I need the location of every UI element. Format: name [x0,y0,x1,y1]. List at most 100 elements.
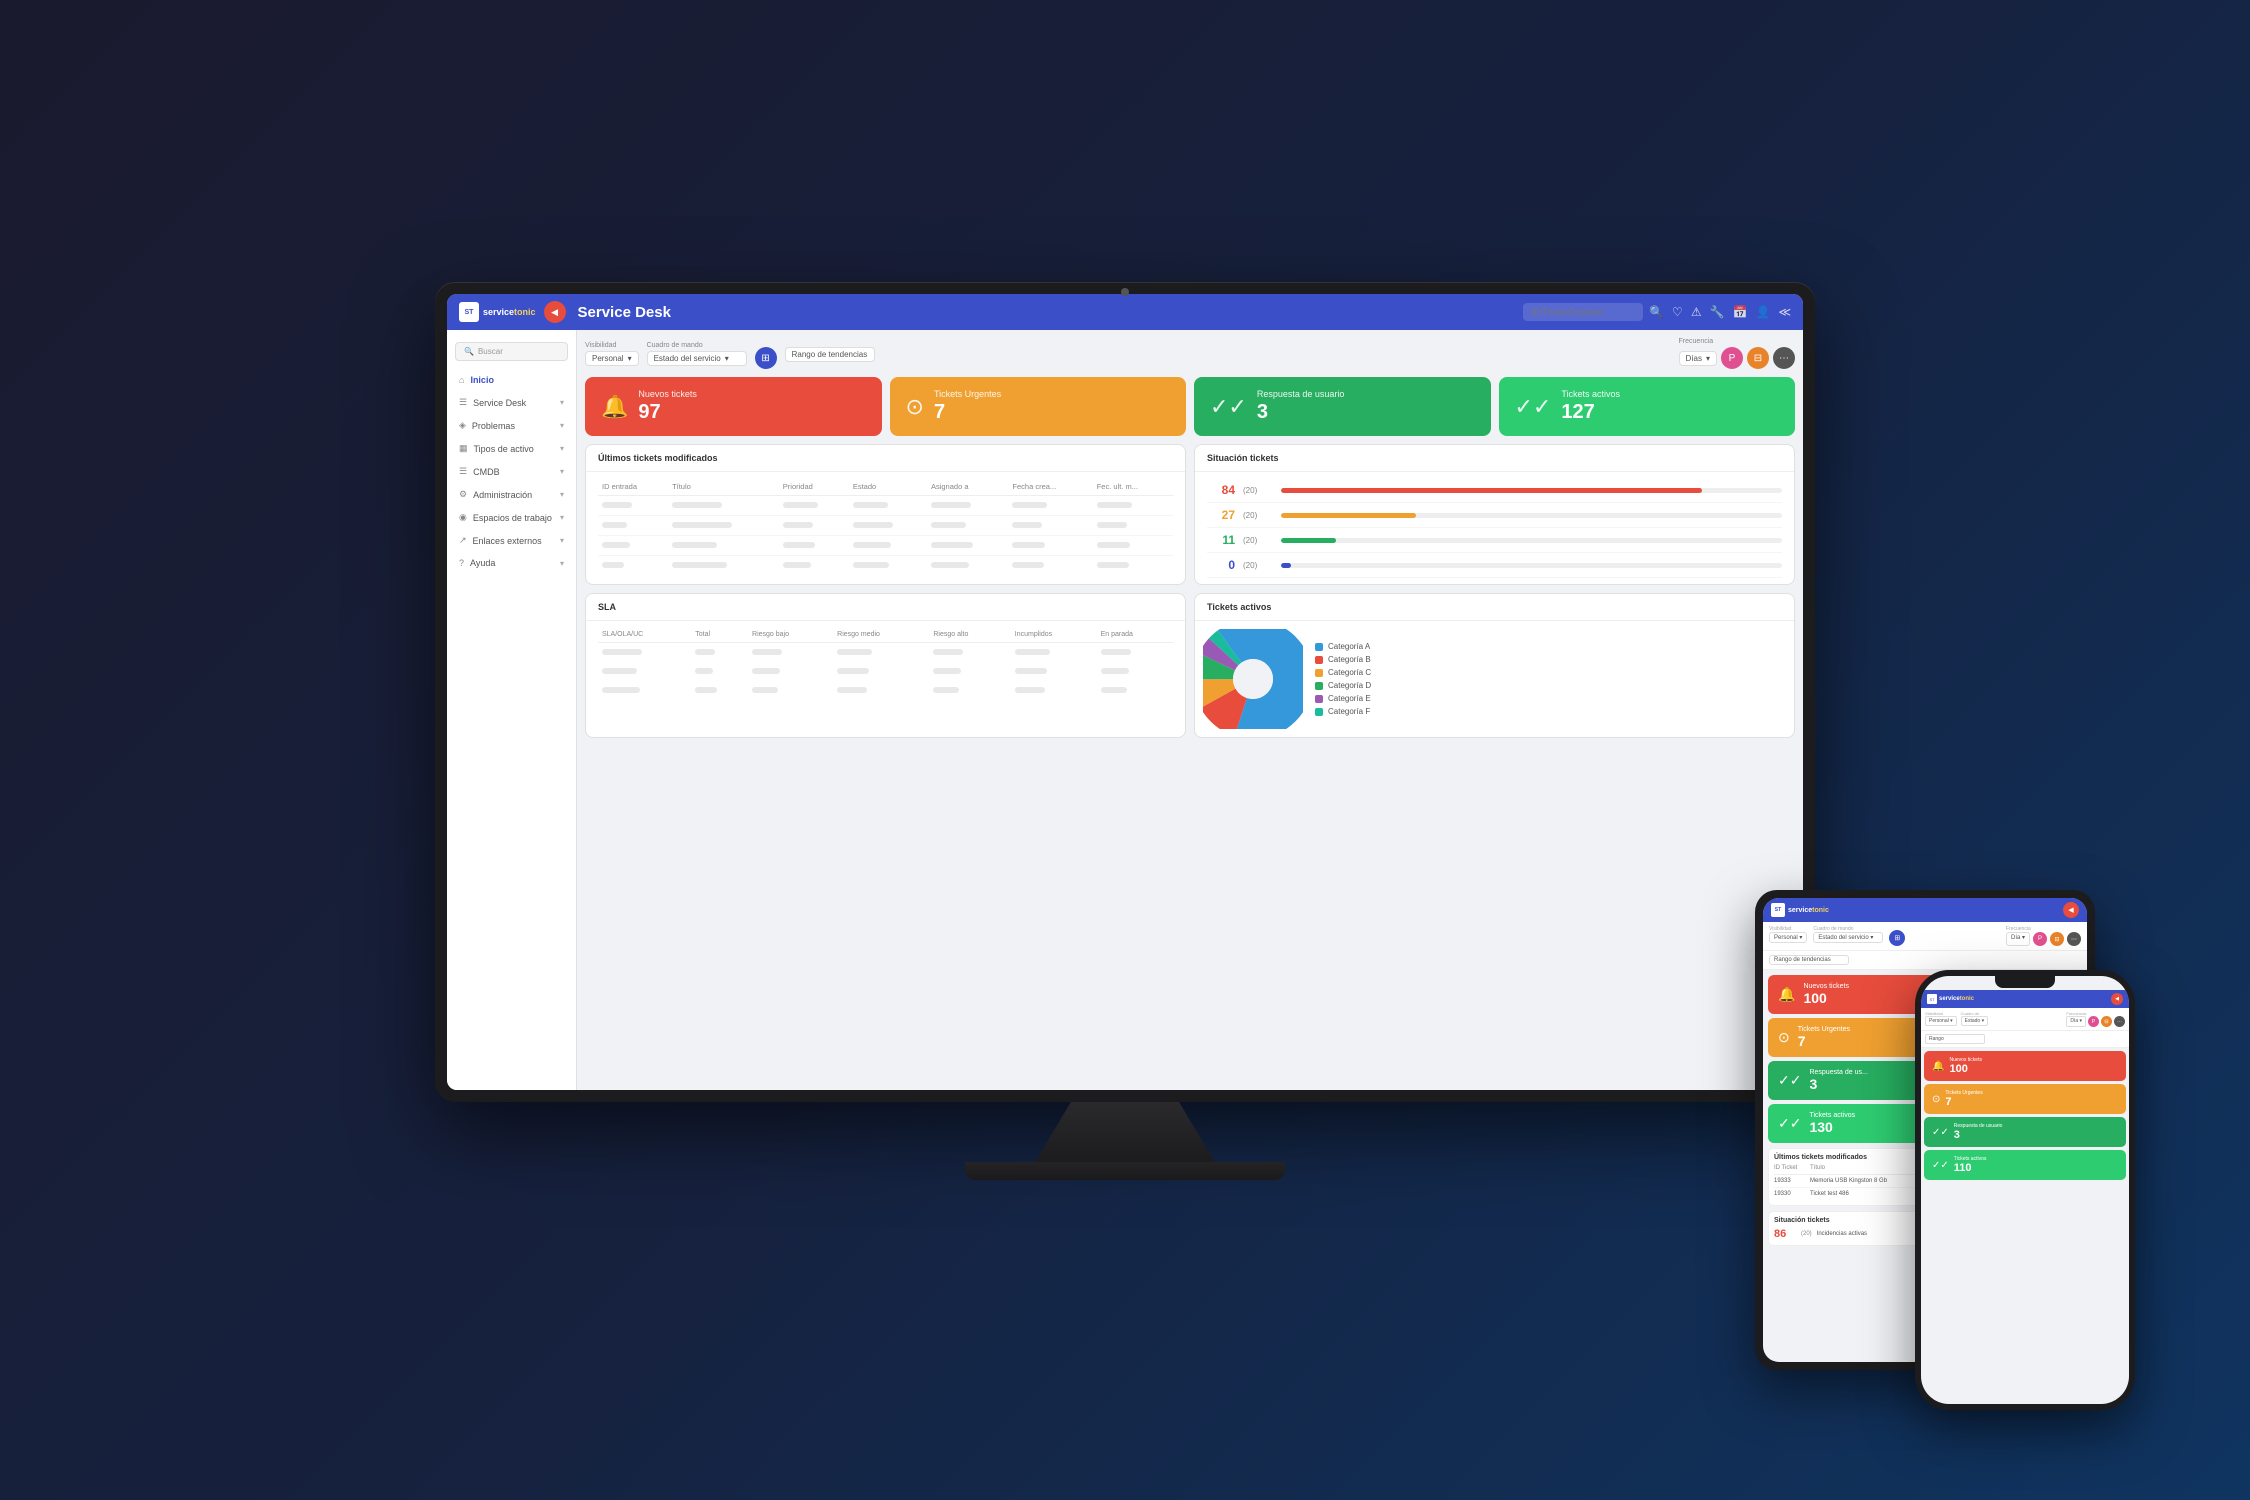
search-input[interactable] [1523,303,1643,321]
legend-dot [1315,643,1323,651]
sidebar-item-servicedesk[interactable]: ☰ Service Desk ▾ [447,391,576,414]
sla-row[interactable] [598,662,1173,681]
tablet-stat-label: Respuesta de us... [1809,1069,1867,1076]
phone-freq-select[interactable]: Día ▾ [2066,1016,2086,1027]
tablet-logo: ST servicetonic [1771,903,1829,917]
search-icon[interactable]: 🔍 [1649,305,1664,319]
phone-stat-respuesta[interactable]: ✓✓ Respuesta de usuario 3 [1924,1117,2126,1147]
sidebar-item-ayuda[interactable]: ? Ayuda ▾ [447,552,576,574]
tablet-avatar-btn[interactable]: P [2033,932,2047,946]
legend-item-3: Categoría D [1315,681,1371,690]
sidebar-item-tipos[interactable]: ▦ Tipos de activo ▾ [447,437,576,460]
search-icon-sidebar: 🔍 [464,347,474,356]
table-row[interactable] [598,496,1173,516]
frequency-label: Frecuencia [1679,338,1795,345]
logo-text: servicetonic [483,307,536,317]
phone-filter-btn[interactable]: ⊟ [2101,1016,2112,1027]
calendar-icon[interactable]: 📅 [1733,305,1748,319]
sidebar-item-label: Tipos de activo [474,444,534,454]
tools-icon[interactable]: 🔧 [1710,305,1725,319]
table-row[interactable] [598,536,1173,556]
collapse-icon[interactable]: ≪ [1778,305,1791,319]
situacion-bar-outer [1281,513,1782,518]
last-tickets-table: ID entrada Título Prioridad Estado Asign… [598,478,1173,575]
tablet-dashboard-select[interactable]: Estado del servicio ▾ [1813,932,1883,943]
stat-label: Tickets Urgentes [934,389,1170,399]
phone-stat-nuevos[interactable]: 🔔 Nuevos tickets 100 [1924,1051,2126,1081]
monitor-screen: ST servicetonic ◀ Service Desk 🔍 ♡ ⚠ 🔧 📅 [447,294,1803,1090]
urgent-icon: ⊙ [906,394,924,420]
stat-card-urgentes[interactable]: ⊙ Tickets Urgentes 7 [890,377,1187,436]
tablet-trends-select[interactable]: Rango de tendencias [1769,955,1849,965]
favorites-icon[interactable]: ♡ [1672,305,1683,319]
servicedesk-icon: ☰ [459,397,467,408]
sidebar-item-problemas[interactable]: ◈ Problemas ▾ [447,414,576,437]
nav-toggle-button[interactable]: ◀ [544,301,566,323]
sidebar-item-cmdb[interactable]: ☰ CMDB ▾ [447,460,576,483]
sla-col-3: Riesgo medio [833,627,929,643]
phone-screen: ST servicetonic ◀ Visibilidad Personal ▾… [1921,976,2129,1404]
phone-avatar-btn[interactable]: P [2088,1016,2099,1027]
table-row[interactable] [598,556,1173,576]
monitor-dot [1121,288,1129,296]
tablet-nav-toggle[interactable]: ◀ [2063,902,2079,918]
tablet-stat-label: Tickets Urgentes [1798,1026,1850,1033]
tablet-more-btn[interactable]: ⋯ [2067,932,2081,946]
situacion-row-1: 27 (20) [1207,503,1782,528]
stat-card-respuesta[interactable]: ✓✓ Respuesta de usuario 3 [1194,377,1491,436]
user-avatar-button[interactable]: P [1721,347,1743,369]
col-id: ID Ticket [1774,1165,1804,1171]
phone-stat-value: 3 [1954,1129,2003,1141]
tablet-check-icon: ✓✓ [1778,1072,1801,1089]
phone-stat-urgentes[interactable]: ⊙ Tickets Urgentes 7 [1924,1084,2126,1114]
table-row[interactable] [598,516,1173,536]
situacion-bar-inner [1281,563,1291,568]
frequency-select[interactable]: Días ▾ [1679,351,1717,366]
stat-card-activos[interactable]: ✓✓ Tickets activos 127 [1499,377,1796,436]
phone-trends-select[interactable]: Rango [1925,1034,1985,1044]
tablet-grid-button[interactable]: ⊞ [1889,930,1905,946]
sidebar-item-label: Problemas [472,421,515,431]
more-button[interactable]: ⋯ [1773,347,1795,369]
situacion-count: (20) [1243,511,1273,520]
tablet-filter-btn[interactable]: ⊟ [2050,932,2064,946]
tablet-stat-value: 100 [1803,990,1849,1006]
panels-row-1: Últimos tickets modificados ID entrada T… [585,444,1795,585]
sidebar-item-admin[interactable]: ⚙ Administración ▾ [447,483,576,506]
phone-cuadro-select[interactable]: Estado ▾ [1961,1016,1988,1026]
scene: ST servicetonic ◀ Service Desk 🔍 ♡ ⚠ 🔧 📅 [75,50,2175,1450]
dashboard-select[interactable]: Estado del servicio ▾ [647,351,747,366]
stat-value: 97 [638,401,865,424]
monitor-stand [1035,1102,1215,1162]
sidebar-item-label: Service Desk [473,398,526,408]
tablet-toolbar: Visibilidad Personal ▾ Cuadro de mando E… [1763,922,2087,951]
phone-visibility-select[interactable]: Personal ▾ [1925,1016,1957,1026]
sidebar-search[interactable]: 🔍 Buscar [455,342,568,361]
phone-nav-toggle[interactable]: ◀ [2111,993,2123,1005]
espacios-icon: ◉ [459,512,467,523]
legend-dot [1315,682,1323,690]
sidebar-item-inicio[interactable]: ⌂ Inicio [447,369,576,391]
situacion-bar-inner [1281,488,1702,493]
trends-select[interactable]: Rango de tendencias [785,347,875,362]
cmdb-icon: ☰ [459,466,467,477]
sla-row[interactable] [598,681,1173,700]
sidebar: 🔍 Buscar ⌂ Inicio [447,330,577,1090]
tablet-visibility-select[interactable]: Personal ▾ [1769,932,1807,943]
col-asignado: Asignado a [927,478,1008,496]
tablet-frequency-select[interactable]: Día ▾ [2006,932,2030,946]
sla-row[interactable] [598,643,1173,663]
col-fec-ult: Fec. ult. m... [1093,478,1173,496]
visibility-select[interactable]: Personal ▾ [585,351,639,366]
phone-stat-activos[interactable]: ✓✓ Tickets activos 110 [1924,1150,2126,1180]
grid-view-button[interactable]: ⊞ [755,347,777,369]
user-icon[interactable]: 👤 [1755,305,1770,319]
phone-more-btn[interactable]: ⋯ [2114,1016,2125,1027]
admin-icon: ⚙ [459,489,467,500]
sidebar-item-espacios[interactable]: ◉ Espacios de trabajo ▾ [447,506,576,529]
sla-panel: SLA SLA/OLA/UC Total Riesgo bajo [585,593,1186,738]
filter-button[interactable]: ⊟ [1747,347,1769,369]
alert-icon[interactable]: ⚠ [1691,305,1702,319]
stat-card-nuevos[interactable]: 🔔 Nuevos tickets 97 [585,377,882,436]
sidebar-item-enlaces[interactable]: ↗ Enlaces externos ▾ [447,529,576,552]
